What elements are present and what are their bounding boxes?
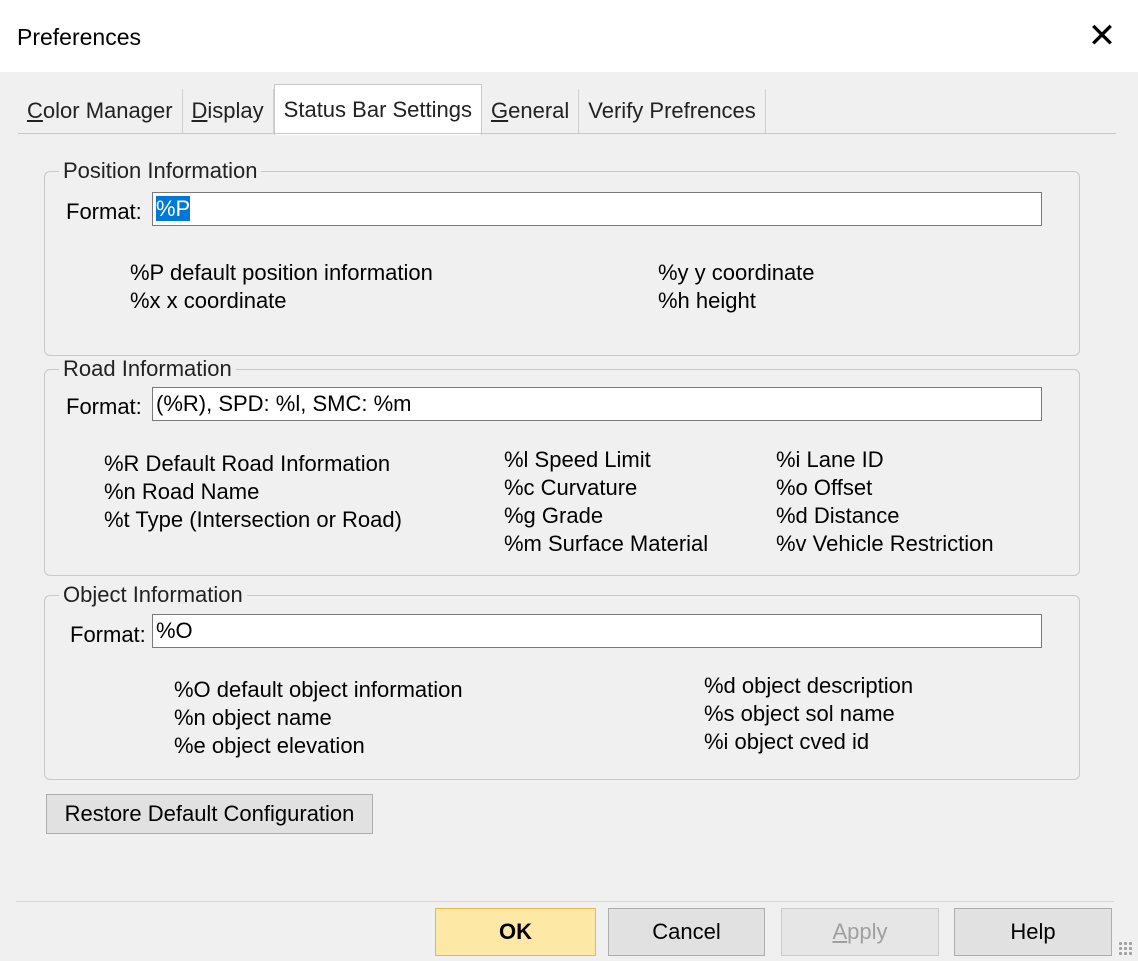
help-text: %o Offset: [776, 475, 873, 500]
position-format-input[interactable]: %P: [152, 192, 1042, 226]
dialog-client-area: Color Manager Display Status Bar Setting…: [0, 72, 1138, 961]
tab-color-manager[interactable]: Color Manager: [18, 89, 183, 133]
position-information-group: Position Information: [44, 158, 1080, 356]
ok-button[interactable]: OK: [435, 908, 596, 956]
help-text: %m Surface Material: [504, 531, 709, 554]
apply-accel: A: [832, 919, 848, 944]
help-text: %h height: [658, 288, 756, 313]
help-text: %y y coordinate: [658, 260, 815, 285]
help-text: %s object sol name: [704, 701, 895, 726]
tab-status-bar-settings[interactable]: Status Bar Settings: [273, 84, 482, 135]
tab-label: Status Bar Settings: [283, 97, 472, 122]
cancel-button[interactable]: Cancel: [608, 908, 765, 956]
tab-label: isplay: [207, 98, 264, 123]
tab-general[interactable]: General: [482, 89, 580, 133]
selected-text: %P: [156, 196, 191, 221]
tab-panel-border: [18, 133, 1116, 134]
help-text: %g Grade: [504, 503, 604, 528]
apply-label: pply: [847, 919, 888, 944]
tab-label: Verify Prefrences: [588, 98, 756, 123]
help-text: %P default position information: [130, 260, 433, 285]
tab-accel: G: [491, 98, 509, 123]
road-help-clip: %l Speed Limit %c Curvature %g Grade %m …: [500, 444, 1060, 554]
help-text: %l Speed Limit: [504, 447, 651, 472]
tab-strip: Color Manager Display Status Bar Setting…: [18, 84, 766, 135]
object-format-input[interactable]: %O: [152, 614, 1042, 648]
group-legend: Object Information: [63, 582, 243, 607]
title-bar: Preferences ✕: [0, 0, 1138, 72]
road-format-label: Format:: [66, 394, 142, 419]
help-button[interactable]: Help: [954, 908, 1112, 956]
help-text: %d Distance: [776, 503, 900, 528]
help-text: %R Default Road Information: [104, 451, 391, 476]
apply-button[interactable]: Apply: [781, 908, 939, 956]
help-text: %t Type (Intersection or Road): [104, 507, 402, 532]
group-legend: Road Information: [63, 356, 232, 381]
tab-display[interactable]: Display: [182, 89, 274, 133]
help-text: %n object name: [174, 705, 332, 730]
tab-accel: D: [191, 98, 208, 123]
group-legend: Position Information: [63, 158, 258, 183]
help-text: %d object description: [704, 673, 914, 698]
help-text: %x x coordinate: [130, 288, 287, 313]
window-title: Preferences: [17, 24, 142, 50]
tab-label: eneral: [508, 98, 570, 123]
help-text: %O default object information: [174, 677, 463, 702]
object-format-label: Format:: [70, 622, 146, 647]
road-format-input[interactable]: (%R), SPD: %l, SMC: %m: [152, 387, 1042, 421]
help-text: %n Road Name: [104, 479, 260, 504]
help-text: %i object cved id: [704, 729, 870, 754]
resize-grip-icon[interactable]: [1118, 941, 1134, 957]
tab-label: olor Manager: [42, 98, 173, 123]
close-icon[interactable]: ✕: [1066, 0, 1138, 72]
tab-verify-preferences[interactable]: Verify Prefrences: [579, 89, 766, 133]
help-text: %i Lane ID: [776, 447, 884, 472]
help-text: %e object elevation: [174, 733, 365, 758]
help-text: %c Curvature: [504, 475, 638, 500]
help-text: %v Vehicle Restriction: [776, 531, 994, 554]
tab-accel: C: [27, 98, 43, 123]
position-format-label: Format:: [66, 199, 142, 224]
button-bar-separator: [16, 901, 1114, 902]
restore-default-button[interactable]: Restore Default Configuration: [46, 794, 373, 834]
